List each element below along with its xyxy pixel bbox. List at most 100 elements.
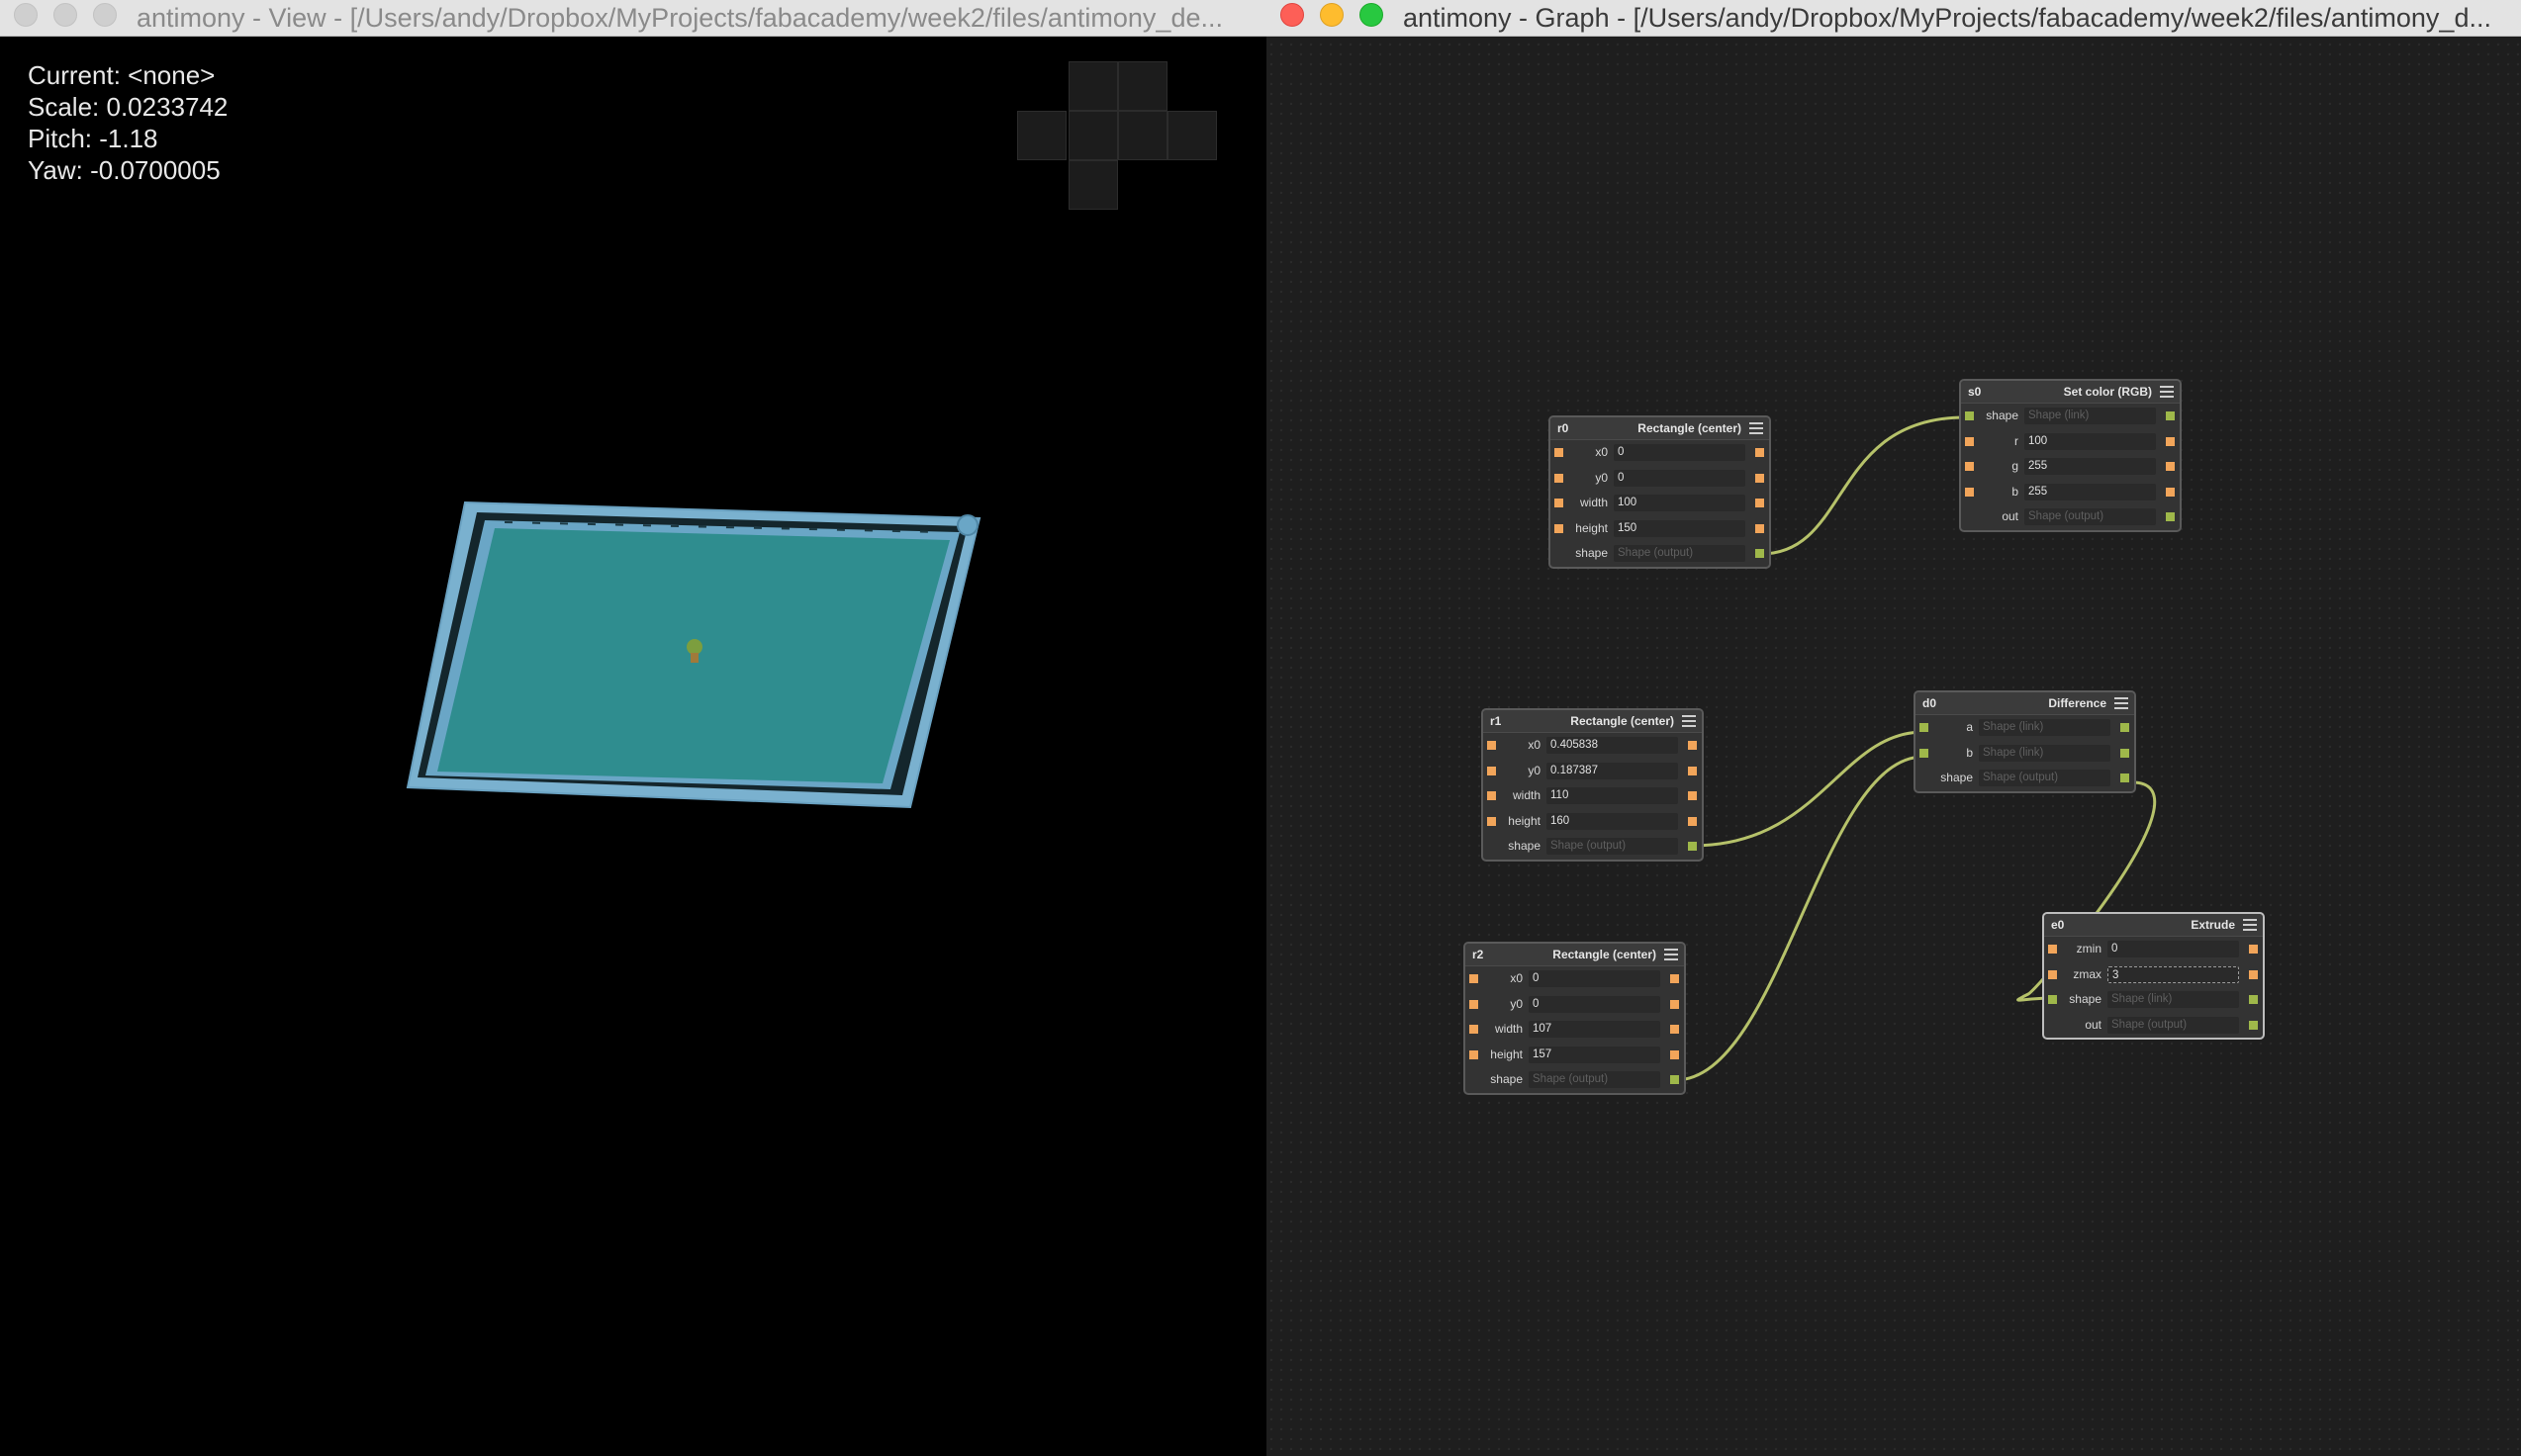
param-field[interactable]: 107	[1529, 1021, 1660, 1038]
menu-icon[interactable]	[1749, 422, 1763, 434]
node-d0[interactable]: d0 Difference a Shape (link) b Shape (link…	[1914, 690, 2136, 793]
wire-r2-to-d0-b[interactable]	[1674, 755, 1924, 1082]
graph-window[interactable]: antimony - Graph - [/Users/andy/Dropbox/…	[1266, 0, 2521, 1456]
output-port[interactable]	[2166, 436, 2175, 446]
param-field[interactable]: 255	[2024, 458, 2156, 475]
output-port[interactable]	[1688, 741, 1697, 750]
param-field[interactable]: 110	[1546, 787, 1678, 804]
viewcube-face-right[interactable]	[1118, 111, 1167, 160]
input-port[interactable]	[1469, 999, 1478, 1009]
input-port[interactable]	[1554, 473, 1563, 483]
input-port[interactable]	[1965, 487, 1974, 497]
zoom-button[interactable]	[93, 3, 117, 27]
3d-model-render[interactable]	[396, 485, 1009, 821]
input-port[interactable]	[1487, 791, 1496, 800]
param-field[interactable]: 3	[2107, 965, 2239, 983]
output-port[interactable]	[1670, 974, 1679, 983]
param-field[interactable]: 160	[1546, 812, 1678, 830]
output-port[interactable]	[2166, 512, 2175, 521]
output-port[interactable]	[1670, 1049, 1679, 1059]
node-header[interactable]: r1 Rectangle (center)	[1483, 710, 1702, 733]
param-field[interactable]: 0.187387	[1546, 762, 1678, 779]
node-r1[interactable]: r1 Rectangle (center) x0 0.405838 y0 0.187…	[1481, 708, 1704, 862]
input-port[interactable]	[1487, 816, 1496, 826]
output-port[interactable]	[2249, 1020, 2258, 1030]
output-port[interactable]	[2249, 945, 2258, 954]
output-port[interactable]	[2166, 411, 2175, 420]
node-e0[interactable]: e0 Extrude zmin 0 zmax 3 shape Shape (link)…	[2042, 912, 2265, 1040]
output-port[interactable]	[1755, 523, 1764, 533]
input-port[interactable]	[1469, 974, 1478, 983]
node-header[interactable]: r0 Rectangle (center)	[1550, 417, 1769, 440]
input-port[interactable]	[1965, 436, 1974, 446]
output-port[interactable]	[1688, 791, 1697, 800]
viewcube-face-front[interactable]	[1069, 111, 1118, 160]
output-port[interactable]	[1755, 499, 1764, 507]
output-port[interactable]	[1755, 448, 1764, 457]
input-port[interactable]	[1965, 462, 1974, 471]
input-port[interactable]	[1965, 411, 1974, 420]
menu-icon[interactable]	[1682, 715, 1696, 727]
close-button[interactable]	[1280, 3, 1304, 27]
input-port[interactable]	[1554, 523, 1563, 533]
input-port[interactable]	[1487, 741, 1496, 750]
param-field[interactable]: 0	[2107, 941, 2239, 957]
wire-r1-to-d0-a[interactable]	[1692, 730, 1924, 848]
node-r2[interactable]: r2 Rectangle (center) x0 0 y0 0 width 107 h…	[1463, 942, 1686, 1095]
output-port[interactable]	[1755, 549, 1764, 558]
viewcube-face-bottom[interactable]	[1069, 160, 1118, 210]
output-port[interactable]	[1755, 473, 1764, 483]
close-button[interactable]	[14, 3, 38, 27]
output-port[interactable]	[1670, 1075, 1679, 1084]
output-port[interactable]	[2249, 969, 2258, 979]
param-field[interactable]: 100	[2024, 432, 2156, 450]
view-titlebar[interactable]: antimony - View - [/Users/andy/Dropbox/M…	[0, 0, 1266, 37]
node-s0[interactable]: s0 Set color (RGB) shape Shape (link) r 10…	[1959, 379, 2182, 532]
menu-icon[interactable]	[1664, 949, 1678, 960]
input-port[interactable]	[2048, 995, 2057, 1004]
view-orientation-cube[interactable]	[1017, 61, 1219, 212]
graph-titlebar[interactable]: antimony - Graph - [/Users/andy/Dropbox/…	[1266, 0, 2521, 37]
input-port[interactable]	[1487, 766, 1496, 775]
output-port[interactable]	[2166, 462, 2175, 471]
param-field[interactable]: 0	[1614, 444, 1745, 461]
minimize-button[interactable]	[53, 3, 77, 27]
output-port[interactable]	[2249, 995, 2258, 1004]
menu-icon[interactable]	[2114, 697, 2128, 709]
param-field[interactable]: 255	[2024, 483, 2156, 500]
param-field[interactable]: 150	[1614, 519, 1745, 537]
output-port[interactable]	[2166, 487, 2175, 497]
node-header[interactable]: e0 Extrude	[2044, 914, 2263, 937]
viewcube-face-back[interactable]	[1167, 111, 1217, 160]
viewcube-face-left[interactable]	[1017, 111, 1067, 160]
node-header[interactable]: s0 Set color (RGB)	[1961, 381, 2180, 404]
input-port[interactable]	[2048, 969, 2057, 979]
zoom-button[interactable]	[1359, 3, 1383, 27]
param-field[interactable]: 100	[1614, 495, 1745, 511]
output-port[interactable]	[1688, 816, 1697, 826]
input-port[interactable]	[1919, 748, 1928, 758]
viewcube-face-top-right[interactable]	[1118, 61, 1167, 111]
param-field[interactable]: 0.405838	[1546, 737, 1678, 754]
output-port[interactable]	[2120, 748, 2129, 758]
output-port[interactable]	[1670, 999, 1679, 1009]
output-port[interactable]	[1670, 1025, 1679, 1034]
input-port[interactable]	[1469, 1049, 1478, 1059]
output-port[interactable]	[2120, 774, 2129, 782]
output-port[interactable]	[2120, 723, 2129, 732]
param-field[interactable]: 157	[1529, 1046, 1660, 1063]
input-port[interactable]	[1469, 1025, 1478, 1034]
param-field[interactable]: 0	[1614, 469, 1745, 487]
node-header[interactable]: d0 Difference	[1915, 692, 2134, 715]
input-port[interactable]	[2048, 945, 2057, 954]
input-port[interactable]	[1554, 448, 1563, 457]
node-header[interactable]: r2 Rectangle (center)	[1465, 944, 1684, 966]
param-field[interactable]: 0	[1529, 995, 1660, 1013]
output-port[interactable]	[1688, 842, 1697, 851]
input-port[interactable]	[1554, 499, 1563, 507]
param-field[interactable]: 0	[1529, 970, 1660, 987]
menu-icon[interactable]	[2160, 386, 2174, 398]
menu-icon[interactable]	[2243, 919, 2257, 931]
node-r0[interactable]: r0 Rectangle (center) x0 0 y0 0 width 100 h…	[1548, 415, 1771, 569]
input-port[interactable]	[1919, 723, 1928, 732]
